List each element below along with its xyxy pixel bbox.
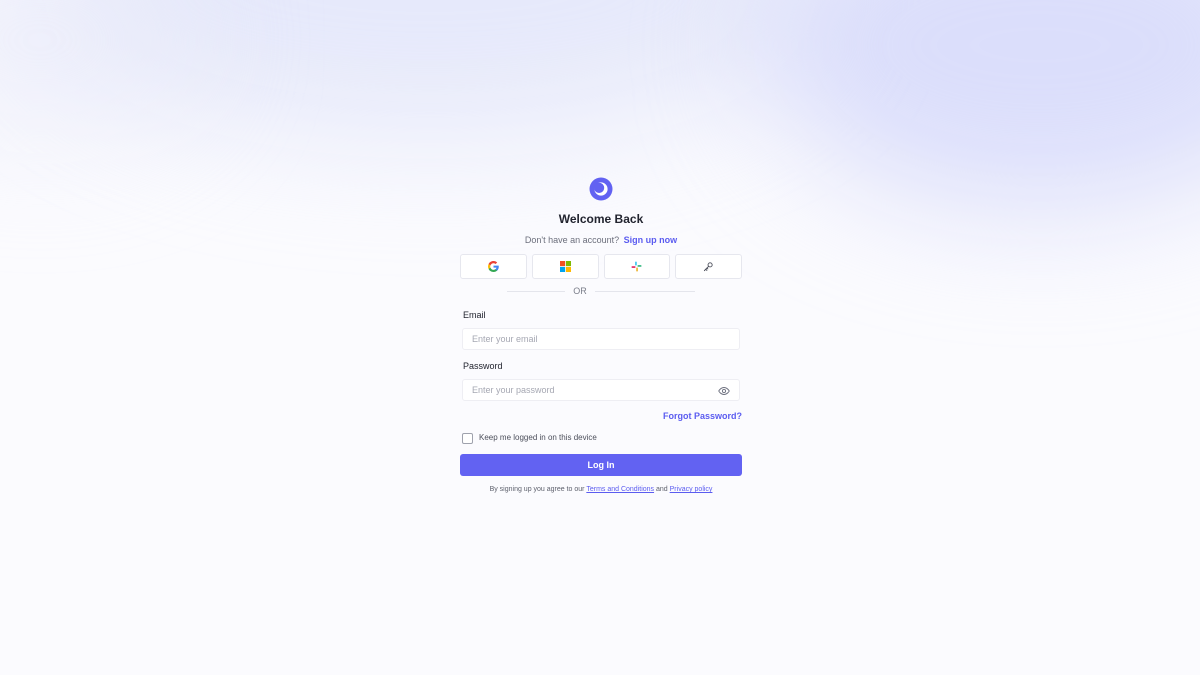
- signup-link[interactable]: Sign up now: [624, 235, 678, 245]
- page-title: Welcome Back: [558, 212, 644, 226]
- password-input[interactable]: [463, 380, 739, 400]
- terms-notice: By signing up you agree to our Terms and…: [460, 485, 742, 495]
- email-input[interactable]: [463, 329, 739, 349]
- forgot-password-row: Forgot Password?: [460, 409, 742, 422]
- divider-line: [507, 290, 566, 292]
- remember-me-label: Keep me logged in on this device: [479, 433, 597, 442]
- background-glow: [0, 0, 200, 140]
- divider-label: OR: [573, 286, 587, 296]
- terms-link[interactable]: Terms and Conditions: [586, 486, 654, 493]
- sso-key-login-button[interactable]: [675, 254, 742, 279]
- background-glow: [40, 0, 820, 140]
- key-icon: [704, 262, 713, 272]
- microsoft-login-button[interactable]: [531, 254, 599, 279]
- remember-me-row: Keep me logged in on this device: [462, 432, 742, 444]
- privacy-policy-link[interactable]: Privacy policy: [670, 486, 713, 493]
- google-icon: [487, 261, 499, 272]
- remember-me-checkbox[interactable]: [462, 432, 473, 444]
- terms-middle: and: [656, 486, 668, 493]
- brand-logo-icon: [589, 177, 613, 201]
- login-form: Welcome Back Don't have an account? Sign…: [460, 177, 742, 495]
- signup-prompt-text: Don't have an account?: [524, 235, 620, 245]
- eye-icon[interactable]: [718, 385, 730, 397]
- google-login-button[interactable]: [460, 254, 527, 279]
- login-button[interactable]: Log In: [460, 454, 742, 476]
- terms-prefix: By signing up you agree to our: [489, 486, 585, 493]
- microsoft-icon: [559, 261, 571, 272]
- background-glow: [760, 0, 1200, 210]
- or-divider: OR: [460, 285, 742, 297]
- forgot-password-link[interactable]: Forgot Password?: [663, 411, 742, 421]
- divider-line: [594, 290, 695, 292]
- email-field-wrapper: [462, 328, 740, 350]
- social-login-row: [460, 254, 742, 279]
- password-field-wrapper: [462, 379, 740, 401]
- slack-login-button[interactable]: [603, 254, 671, 279]
- password-label: Password: [463, 361, 503, 371]
- slack-icon: [631, 261, 642, 272]
- email-label: Email: [463, 310, 486, 320]
- signup-prompt-row: Don't have an account? Sign up now: [460, 234, 742, 246]
